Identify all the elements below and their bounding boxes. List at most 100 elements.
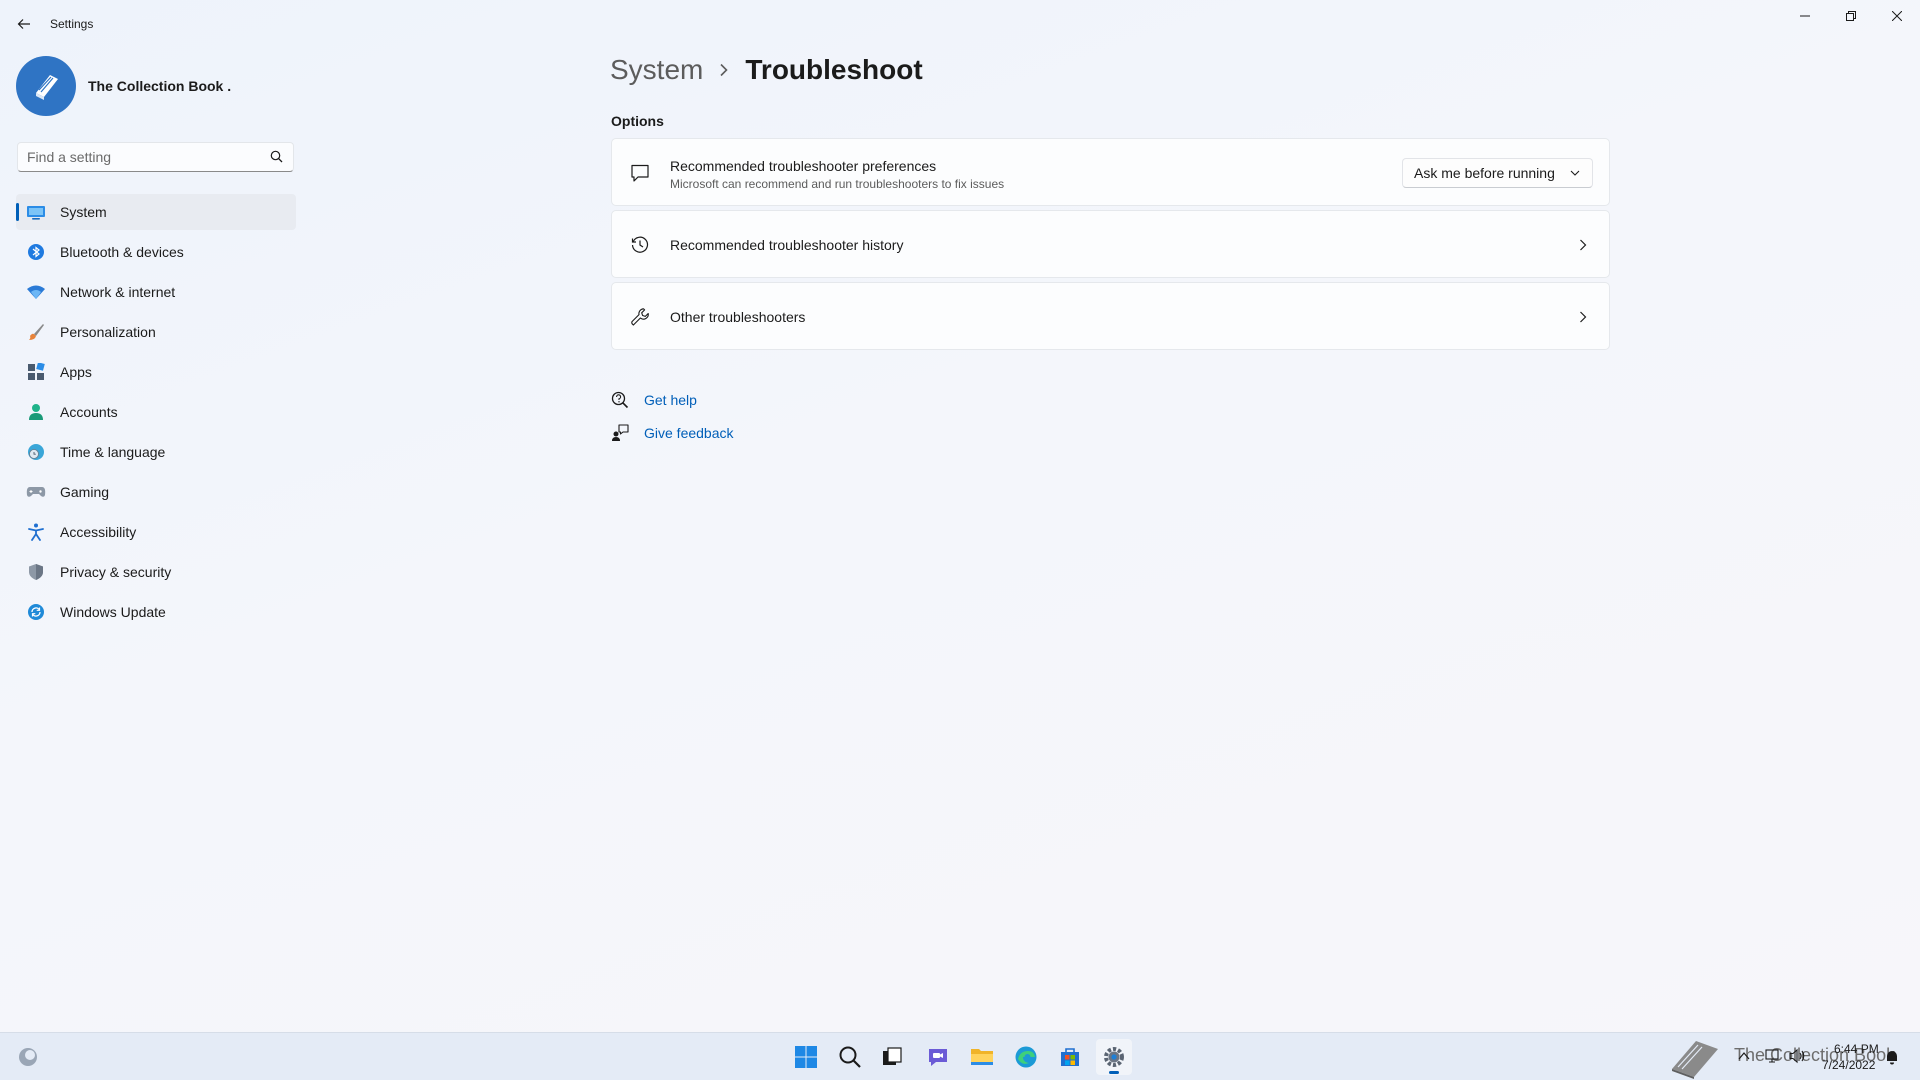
search-icon — [839, 1046, 861, 1068]
volume-icon[interactable] — [1788, 1048, 1806, 1064]
card-troubleshooter-history[interactable]: Recommended troubleshooter history — [611, 210, 1610, 278]
start-button[interactable] — [788, 1039, 824, 1075]
back-arrow-icon — [17, 19, 30, 29]
restore-button[interactable] — [1828, 0, 1874, 32]
chat-icon — [929, 1049, 947, 1066]
store-icon — [1061, 1048, 1079, 1066]
get-help-link[interactable]: Get help — [611, 383, 734, 416]
apps-icon — [26, 362, 46, 382]
search-input[interactable] — [18, 143, 267, 171]
sidebar-item-bluetooth[interactable]: Bluetooth & devices — [16, 234, 296, 270]
page-title: Troubleshoot — [745, 54, 923, 85]
settings-window: Settings The Collection Book . Find a se… — [0, 0, 1920, 1032]
sidebar-item-privacy-security[interactable]: Privacy & security — [16, 554, 296, 590]
sidebar-item-accounts[interactable]: Accounts — [16, 394, 296, 430]
sidebar-item-label: Network & internet — [60, 284, 176, 300]
widgets-button[interactable] — [10, 1039, 46, 1075]
card-description: Microsoft can recommend and run troubles… — [670, 177, 1005, 191]
sidebar-item-label: System — [60, 204, 107, 220]
monitor-icon — [26, 202, 46, 222]
search-icon[interactable] — [270, 150, 283, 163]
history-icon — [629, 234, 651, 256]
gamepad-icon — [26, 482, 46, 502]
profile-name: The Collection Book . — [88, 78, 232, 94]
notification-icon[interactable] — [1884, 1049, 1900, 1065]
start-icon — [795, 1046, 817, 1068]
chat-bubble-icon — [629, 162, 651, 184]
help-links: Get help Give feedback — [611, 383, 734, 449]
feedback-icon — [611, 423, 629, 442]
chevron-right-icon — [1575, 237, 1591, 253]
chat-button[interactable] — [920, 1039, 956, 1075]
task-view-button[interactable] — [874, 1039, 910, 1075]
chevron-right-icon — [1575, 309, 1591, 325]
restore-icon — [1846, 11, 1856, 21]
network-icon[interactable] — [1764, 1048, 1780, 1064]
link-label[interactable]: Get help — [644, 392, 697, 408]
file-explorer-button[interactable] — [964, 1039, 1000, 1075]
sidebar-item-label: Apps — [60, 364, 92, 380]
card-title: Recommended troubleshooter preferences — [670, 158, 937, 174]
give-feedback-link[interactable]: Give feedback — [611, 416, 734, 449]
clock-time[interactable]: 6:44 PM — [1834, 1042, 1879, 1056]
card-troubleshooter-preferences: Recommended troubleshooter preferences M… — [611, 138, 1610, 206]
sidebar-item-label: Personalization — [60, 324, 156, 340]
book-watermark-icon — [1672, 1041, 1718, 1079]
minimize-button[interactable] — [1782, 0, 1828, 32]
section-title: Options — [611, 113, 664, 129]
sidebar-item-label: Gaming — [60, 484, 110, 500]
minimize-icon — [1800, 15, 1810, 17]
sidebar-item-label: Bluetooth & devices — [60, 244, 184, 260]
task-view-icon — [883, 1047, 902, 1065]
sidebar-nav: System Bluetooth & devices Network & int… — [16, 194, 296, 634]
help-icon — [611, 391, 629, 409]
sidebar-item-network[interactable]: Network & internet — [16, 274, 296, 310]
update-icon — [26, 602, 46, 622]
sidebar-item-personalization[interactable]: Personalization — [16, 314, 296, 350]
wifi-icon — [26, 282, 46, 302]
settings-icon — [1104, 1047, 1124, 1067]
chevron-up-icon[interactable] — [1738, 1051, 1750, 1061]
account-icon — [26, 402, 46, 422]
breadcrumb-parent[interactable]: System — [610, 54, 703, 86]
sidebar-item-gaming[interactable]: Gaming — [16, 474, 296, 510]
file-explorer-icon — [971, 1049, 993, 1065]
taskbar-search-button[interactable] — [832, 1039, 868, 1075]
edge-icon — [1015, 1046, 1037, 1068]
close-icon — [1892, 11, 1902, 21]
back-button[interactable] — [12, 12, 36, 36]
store-button[interactable] — [1052, 1039, 1088, 1075]
sidebar-item-label: Privacy & security — [60, 564, 172, 580]
troubleshooter-preference-dropdown[interactable]: Ask me before running — [1402, 158, 1593, 188]
settings-taskbar-button[interactable] — [1096, 1039, 1132, 1075]
breadcrumb-chevron-icon — [719, 63, 729, 77]
wrench-icon — [629, 306, 651, 328]
dropdown-selected-value: Ask me before running — [1414, 165, 1555, 181]
sidebar-item-apps[interactable]: Apps — [16, 354, 296, 390]
accessibility-icon — [26, 522, 46, 542]
app-title: Settings — [50, 17, 94, 31]
title-bar: Settings — [0, 0, 1920, 48]
close-button[interactable] — [1874, 0, 1920, 32]
globe-clock-icon — [26, 442, 46, 462]
shield-icon — [26, 562, 46, 582]
sidebar-item-system[interactable]: System — [16, 194, 296, 230]
sidebar-item-accessibility[interactable]: Accessibility — [16, 514, 296, 550]
sidebar-item-label: Accessibility — [60, 524, 137, 540]
link-label[interactable]: Give feedback — [644, 425, 734, 441]
sidebar-item-time-language[interactable]: Time & language — [16, 434, 296, 470]
card-other-troubleshooters[interactable]: Other troubleshooters — [611, 282, 1610, 350]
sidebar-item-label: Windows Update — [60, 604, 166, 620]
sidebar-item-windows-update[interactable]: Windows Update — [16, 594, 296, 630]
search-box[interactable] — [17, 142, 294, 172]
avatar[interactable] — [16, 56, 76, 116]
clock-date[interactable]: 7/24/2022 — [1822, 1058, 1875, 1072]
sidebar-item-label: Time & language — [60, 444, 166, 460]
weather-icon — [19, 1048, 37, 1066]
edge-button[interactable] — [1008, 1039, 1044, 1075]
taskbar: The Collection Book 6:44 PM 7/24/2022 — [0, 1032, 1920, 1080]
breadcrumb: System Troubleshoot — [610, 54, 923, 86]
sidebar-item-label: Accounts — [60, 404, 118, 420]
user-profile[interactable]: The Collection Book . — [16, 56, 231, 116]
chevron-down-icon — [1570, 170, 1580, 176]
